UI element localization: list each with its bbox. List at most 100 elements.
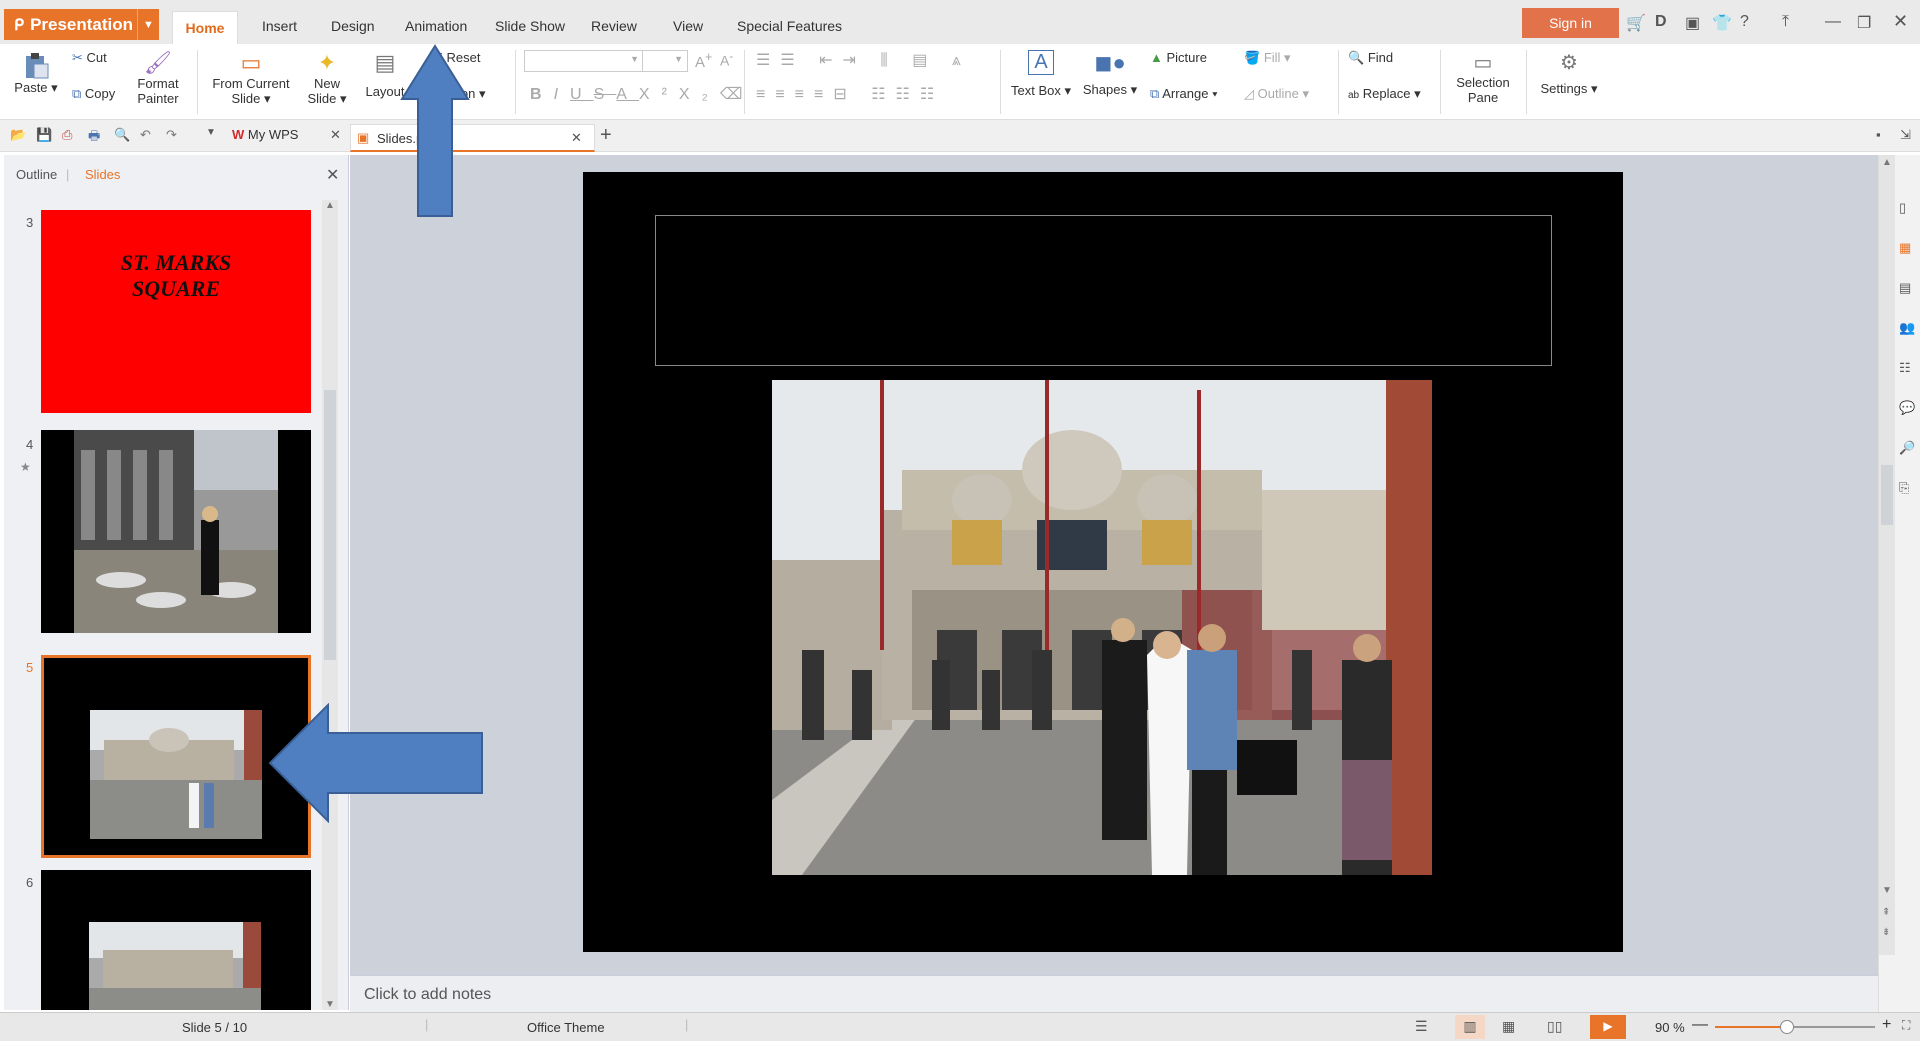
copy-button[interactable]: ⧉ Copy <box>72 86 115 102</box>
fit-window-icon[interactable]: ⛶ <box>1902 1018 1910 1033</box>
superscript-icon[interactable]: X² <box>639 86 679 103</box>
document-icon[interactable]: ▯ <box>1899 200 1917 218</box>
panel-scrollbar[interactable]: ▲ ▼ <box>322 200 338 1010</box>
replace-button[interactable]: ab Replace ▾ <box>1348 86 1421 102</box>
slide-thumbnail-6[interactable] <box>41 870 311 1010</box>
slide-thumbnail-3[interactable]: ST. MARKS SQUARE <box>41 210 311 413</box>
tab-slides[interactable]: Slides <box>85 167 120 182</box>
new-slide-button[interactable]: ✦ New Slide ▾ <box>302 50 352 107</box>
restore-icon[interactable]: ❐ <box>1857 13 1871 33</box>
chevron-down-icon[interactable]: ▼ <box>137 9 159 40</box>
notes-toggle-icon[interactable]: ☰ <box>1415 1018 1428 1035</box>
minimize-icon[interactable]: — <box>1825 13 1841 31</box>
arrange-button[interactable]: ⧉ Arrange ▾ <box>1150 86 1218 102</box>
font-format-icons[interactable]: BIUSAX²X₂⌫ <box>530 84 754 104</box>
tab-insert[interactable]: Insert <box>262 18 297 34</box>
presentation-menu-button[interactable]: ᑭ Presentation ▼ <box>4 9 159 40</box>
font-size-select[interactable]: ▼ <box>642 50 688 72</box>
doc-tab-slides[interactable]: ▣ Slides.pptx ✕ <box>350 124 595 152</box>
tab-outline[interactable]: Outline <box>16 167 57 182</box>
next-slide-icon[interactable]: ⇟ <box>1882 927 1890 938</box>
basilica-photo[interactable] <box>772 380 1432 875</box>
tab-review[interactable]: Review <box>591 18 637 34</box>
italic-icon[interactable]: I <box>554 86 570 103</box>
underline-icon[interactable]: U <box>570 86 594 103</box>
new-tab-icon[interactable]: + <box>600 124 612 147</box>
scroll-down-icon[interactable]: ▼ <box>1882 885 1892 896</box>
d-icon[interactable]: D <box>1655 13 1667 31</box>
upload-icon[interactable]: ⤒ <box>1782 13 1789 31</box>
fill-button[interactable]: 🪣 Fill ▾ <box>1244 50 1291 66</box>
close-tab-icon[interactable]: ✕ <box>330 127 341 143</box>
zoom-slider-knob[interactable] <box>1780 1020 1794 1034</box>
tab-view[interactable]: View <box>673 18 703 34</box>
users-icon[interactable]: 👥 <box>1899 320 1917 338</box>
sign-in-button[interactable]: Sign in <box>1522 8 1619 38</box>
open-icon[interactable]: 📂 <box>10 127 26 143</box>
scroll-up-icon[interactable]: ▲ <box>325 200 335 211</box>
zoom-out-icon[interactable]: — <box>1692 1016 1708 1034</box>
redo-icon[interactable]: ↷ <box>166 127 177 143</box>
settings-button[interactable]: ⚙ Settings ▾ <box>1536 50 1602 97</box>
close-window-icon[interactable]: ✕ <box>1893 11 1908 32</box>
find-button[interactable]: 🔍 Find <box>1348 50 1393 66</box>
pin-icon[interactable]: ⇲ <box>1900 127 1911 143</box>
paragraph-icons-top[interactable]: ☰☰ ⇤⇥ ⫼ ▤ ⩓ <box>756 50 971 70</box>
undo-icon[interactable]: ↶ <box>140 127 151 143</box>
bold-icon[interactable]: B <box>530 86 554 103</box>
tab-special-features[interactable]: Special Features <box>737 18 842 34</box>
text-box-button[interactable]: A Text Box ▾ <box>1008 50 1074 99</box>
prev-slide-icon[interactable]: ⇞ <box>1882 907 1890 918</box>
zoom-in-icon[interactable]: + <box>1882 1016 1891 1034</box>
outline-button[interactable]: ◿ Outline ▾ <box>1244 86 1309 102</box>
slide-design-icon[interactable]: ▤ <box>1899 280 1917 298</box>
print-preview-icon[interactable]: 🔍 <box>114 127 130 143</box>
grow-font-icon[interactable]: A+ <box>695 50 712 71</box>
from-current-slide-button[interactable]: ▭ From Current Slide ▾ <box>206 50 296 107</box>
title-placeholder[interactable] <box>655 215 1552 366</box>
play-slideshow-icon[interactable]: ▶ <box>1590 1015 1626 1039</box>
scroll-thumb[interactable] <box>324 390 336 660</box>
subscript-icon[interactable]: X₂ <box>679 86 720 103</box>
tab-design[interactable]: Design <box>331 18 375 34</box>
notes-pane[interactable]: Click to add notes <box>350 975 1878 1012</box>
cut-button[interactable]: ✂ Cut <box>72 50 107 66</box>
paragraph-icons-bottom[interactable]: ≡≡≡≡⊟ ☷☷☷ <box>756 84 944 104</box>
slide-sorter-icon[interactable]: ▦ <box>1502 1018 1515 1035</box>
strikethrough-icon[interactable]: S <box>594 86 617 103</box>
selection-pane-button[interactable]: ▭ Selection Pane <box>1448 50 1518 105</box>
format-painter-button[interactable]: 🖌 Format Painter <box>132 50 184 106</box>
font-color-icon[interactable]: A <box>616 86 639 103</box>
review-icon[interactable]: 🔎 <box>1899 440 1917 458</box>
doc-tab-my-wps[interactable]: W My WPS <box>232 127 298 142</box>
normal-view-icon[interactable]: ▥ <box>1455 1015 1485 1039</box>
canvas-scrollbar[interactable]: ▲ ▼ ⇞ ⇟ <box>1879 155 1895 955</box>
picture-button[interactable]: ▲ Picture <box>1150 50 1207 65</box>
backup-icon[interactable]: ⎘ <box>1899 480 1917 498</box>
comment-icon[interactable]: 💬 <box>1899 400 1917 418</box>
close-panel-icon[interactable]: ✕ <box>326 165 339 185</box>
tab-slide-show[interactable]: Slide Show <box>495 18 565 34</box>
skin-icon[interactable]: ▣ <box>1685 13 1700 33</box>
shapes-button[interactable]: ◼● Shapes ▾ <box>1080 50 1140 98</box>
template-icon[interactable]: ▦ <box>1899 240 1917 258</box>
export-pdf-icon[interactable]: ⎙ <box>62 127 72 143</box>
paste-button[interactable]: Paste ▾ <box>14 50 58 96</box>
shirt-icon[interactable]: 👕 <box>1712 13 1732 33</box>
cart-icon[interactable]: 🛒 <box>1626 13 1646 33</box>
close-tab-icon[interactable]: ✕ <box>571 130 582 146</box>
print-icon[interactable]: 🖶 <box>88 127 100 149</box>
save-icon[interactable]: 💾 <box>36 127 52 143</box>
scroll-down-icon[interactable]: ▼ <box>325 999 335 1010</box>
panel-icon[interactable]: ▪ <box>1876 127 1881 142</box>
tab-animation[interactable]: Animation <box>405 18 467 34</box>
scroll-thumb[interactable] <box>1881 465 1893 525</box>
zoom-slider[interactable] <box>1715 1020 1875 1034</box>
properties-icon[interactable]: ☷ <box>1899 360 1917 378</box>
help-icon[interactable]: ? <box>1740 13 1749 31</box>
font-name-select[interactable]: ▼ <box>524 50 644 72</box>
chevron-down-icon[interactable]: ▼ <box>206 127 216 138</box>
slide-thumbnail-4[interactable] <box>41 430 311 633</box>
shrink-font-icon[interactable]: A- <box>720 50 733 69</box>
scroll-up-icon[interactable]: ▲ <box>1882 157 1892 168</box>
